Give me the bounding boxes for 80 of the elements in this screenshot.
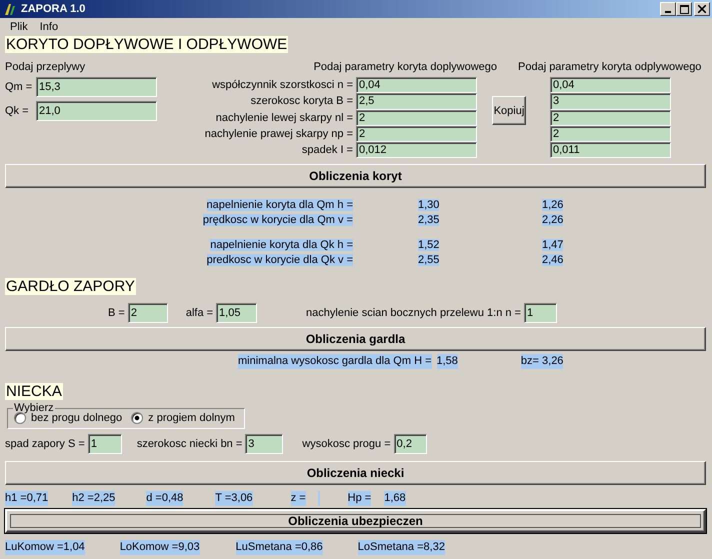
input-field[interactable]: 0,2	[394, 434, 427, 454]
calculate-button[interactable]: Obliczenia ubezpieczen	[5, 509, 706, 534]
close-button[interactable]	[694, 2, 710, 16]
parameter-label: nachylenie lewej skarpy nl =	[214, 112, 354, 124]
result-value: d =0,48	[146, 490, 184, 506]
section-heading: KORYTO DOPŁYWOWE I ODPŁYWOWE	[5, 36, 288, 53]
outlet-field[interactable]: 0,04	[550, 77, 671, 94]
inlet-field[interactable]: 2	[356, 110, 477, 126]
result-value: LoSmetana =8,32	[358, 540, 445, 555]
result-label: minimalna wysokosc gardla dla Qm H =	[238, 354, 432, 370]
menu-item[interactable]: Info	[34, 20, 64, 32]
result-value: Hp =	[348, 490, 372, 506]
flows-label: Podaj przeplywy	[5, 61, 86, 75]
result-value: h2 =2,25	[72, 490, 116, 506]
parameter-label: współczynnik szorstkosci n =	[211, 79, 354, 92]
result-value: 2,46	[542, 254, 564, 266]
result-value: LuSmetana =0,86	[236, 540, 323, 555]
result-value: bz= 3,26	[520, 354, 564, 370]
result-value: 1,30	[418, 198, 440, 211]
inlet-field[interactable]: 0,04	[356, 77, 477, 94]
outlet-field[interactable]: 3	[550, 93, 671, 110]
flow-label: Qk =	[5, 105, 30, 117]
app-icon	[3, 2, 17, 16]
calculate-button[interactable]: Obliczenia niecki	[5, 461, 706, 486]
outlet-field[interactable]: 0,011	[550, 142, 671, 158]
maximize-button[interactable]	[676, 2, 692, 16]
inlet-field[interactable]: 2,5	[356, 93, 477, 110]
inlet-field[interactable]: 0,012	[356, 142, 477, 158]
input-field[interactable]: 1	[88, 434, 122, 454]
result-value: 1,26	[542, 198, 564, 211]
input-field[interactable]: 1,05	[216, 303, 258, 324]
result-value: 1,58	[436, 354, 458, 370]
calculate-button[interactable]: Obliczenia gardla	[5, 327, 706, 352]
result-value: 1,68	[384, 490, 406, 506]
group-label: Wybierz	[13, 403, 55, 414]
radio-option[interactable]: z progiem dolnym	[131, 412, 235, 424]
result-value: 2,55	[418, 254, 440, 266]
flow-field[interactable]: 15,3	[36, 77, 157, 97]
outlet-field[interactable]: 2	[550, 126, 671, 142]
calculate-button[interactable]: Obliczenia koryt	[5, 164, 706, 188]
result-label: predkosc w korycie dla Qk v =	[206, 254, 353, 266]
maximize-icon	[680, 4, 688, 14]
outlet-field[interactable]: 2	[550, 110, 671, 126]
result-label: napelnienie koryta dla Qm h =	[206, 198, 353, 211]
outlet-header: Podaj parametry koryta odplywowego	[518, 61, 702, 75]
inlet-header: Podaj parametry koryta doplywowego	[314, 61, 497, 73]
empty-output	[318, 490, 320, 506]
result-value: 2,35	[418, 214, 440, 226]
input-field[interactable]: 2	[128, 303, 168, 324]
result-value: h1 =0,71	[5, 490, 48, 506]
result-value: LoKomow =9,03	[120, 540, 200, 555]
section-heading: GARDŁO ZAPORY	[5, 278, 136, 296]
result-value: 2,26	[542, 214, 564, 226]
flow-field[interactable]: 21,0	[36, 101, 157, 121]
result-value: z =	[290, 490, 306, 506]
input-field[interactable]: 1	[524, 303, 557, 324]
inlet-field[interactable]: 2	[356, 126, 477, 142]
result-label: prędkosc w korycie dla Qm v =	[202, 214, 353, 226]
parameter-label: nachylenie prawej skarpy np =	[204, 128, 354, 140]
input-field[interactable]: 3	[245, 434, 284, 454]
close-icon	[698, 5, 706, 13]
parameter-label: spadek I =	[300, 144, 354, 156]
copy-button[interactable]: Kopiuj	[492, 96, 526, 125]
input-label: wysokosc progu =	[302, 438, 391, 450]
input-label: spad zapory S =	[5, 438, 85, 450]
parameter-label: szerokosc koryta B =	[250, 95, 354, 108]
input-label: szerokosc niecki bn =	[136, 438, 242, 450]
menu-item[interactable]: Plik	[4, 20, 34, 32]
window-title: ZAPORA 1.0	[21, 3, 86, 15]
minimize-button[interactable]	[660, 2, 676, 16]
flow-label: Qm =	[5, 81, 34, 93]
result-value: 1,52	[418, 238, 440, 251]
result-value: 1,47	[542, 238, 564, 251]
section-heading: NIECKA	[5, 383, 63, 400]
result-value: T =3,06	[215, 490, 253, 506]
input-label: alfa =	[186, 307, 214, 320]
result-value: LuKomow =1,04	[5, 540, 85, 555]
result-label: napelnienie koryta dla Qk h =	[210, 238, 353, 251]
input-label: B =	[108, 307, 125, 320]
input-label: nachylenie scian bocznych przelewu 1:n n =	[306, 307, 521, 320]
